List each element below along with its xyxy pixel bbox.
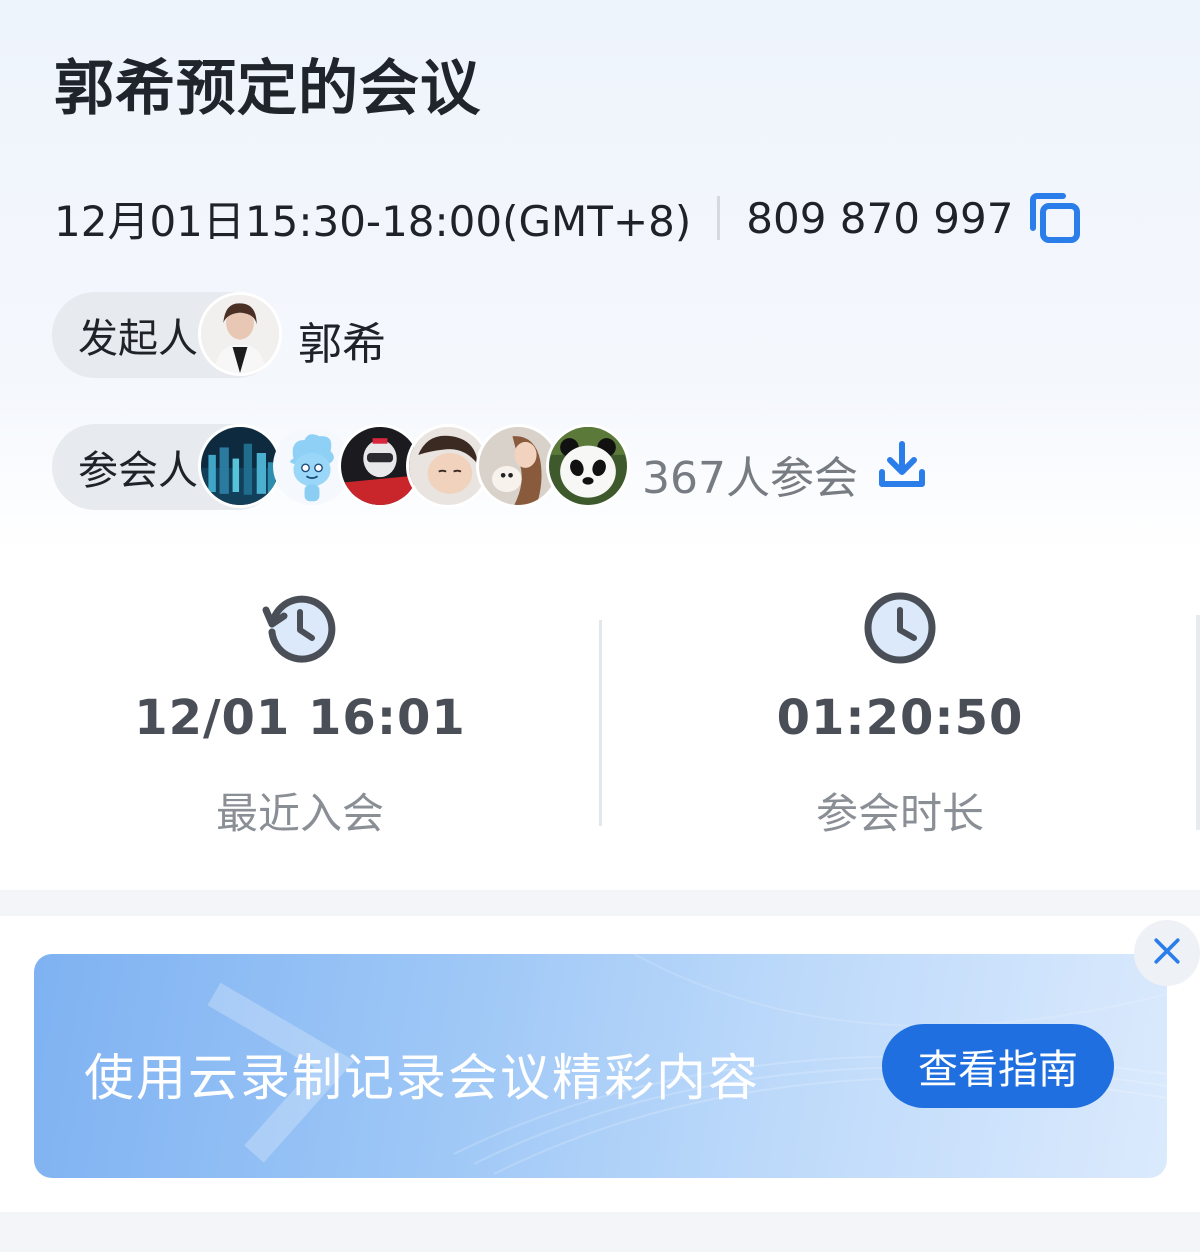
duration-label: 参会时长 <box>815 789 984 838</box>
duration-stat: 01:20:50 参会时长 <box>600 588 1200 841</box>
meeting-id: 809 870 997 <box>746 193 1014 243</box>
recent-join-value: 12/01 16:01 <box>134 690 466 746</box>
cloud-recording-banner[interactable]: 使用云录制记录会议精彩内容 查看指南 <box>34 954 1167 1178</box>
participant-avatar-6[interactable] <box>546 424 630 508</box>
organizer-name[interactable]: 郭希 <box>298 308 386 372</box>
close-icon <box>1149 933 1185 973</box>
organizer-avatar[interactable] <box>198 292 282 376</box>
info-divider <box>717 196 721 240</box>
download-icon[interactable] <box>874 438 930 494</box>
meeting-info-row: 12月01日15:30-18:00(GMT+8) 809 870 997 <box>54 188 1083 248</box>
participant-count[interactable]: 367人参会 <box>642 442 858 506</box>
history-clock-icon <box>260 588 340 668</box>
organizer-label: 发起人 <box>78 316 198 362</box>
close-banner-button[interactable] <box>1134 920 1200 986</box>
recent-join-label: 最近入会 <box>215 789 384 838</box>
duration-value: 01:20:50 <box>776 690 1024 746</box>
view-guide-button[interactable]: 查看指南 <box>882 1024 1114 1108</box>
edge-divider <box>1196 615 1200 830</box>
bottom-strip <box>0 1212 1200 1252</box>
recent-join-stat: 12/01 16:01 最近入会 <box>0 588 600 841</box>
participant-label: 参会人 <box>78 448 198 494</box>
meeting-time: 12月01日15:30-18:00(GMT+8) <box>54 196 692 246</box>
page-title: 郭希预定的会议 <box>54 54 481 124</box>
clock-icon <box>860 588 940 668</box>
copy-icon[interactable] <box>1027 190 1083 246</box>
banner-text: 使用云录制记录会议精彩内容 <box>84 1049 760 1107</box>
